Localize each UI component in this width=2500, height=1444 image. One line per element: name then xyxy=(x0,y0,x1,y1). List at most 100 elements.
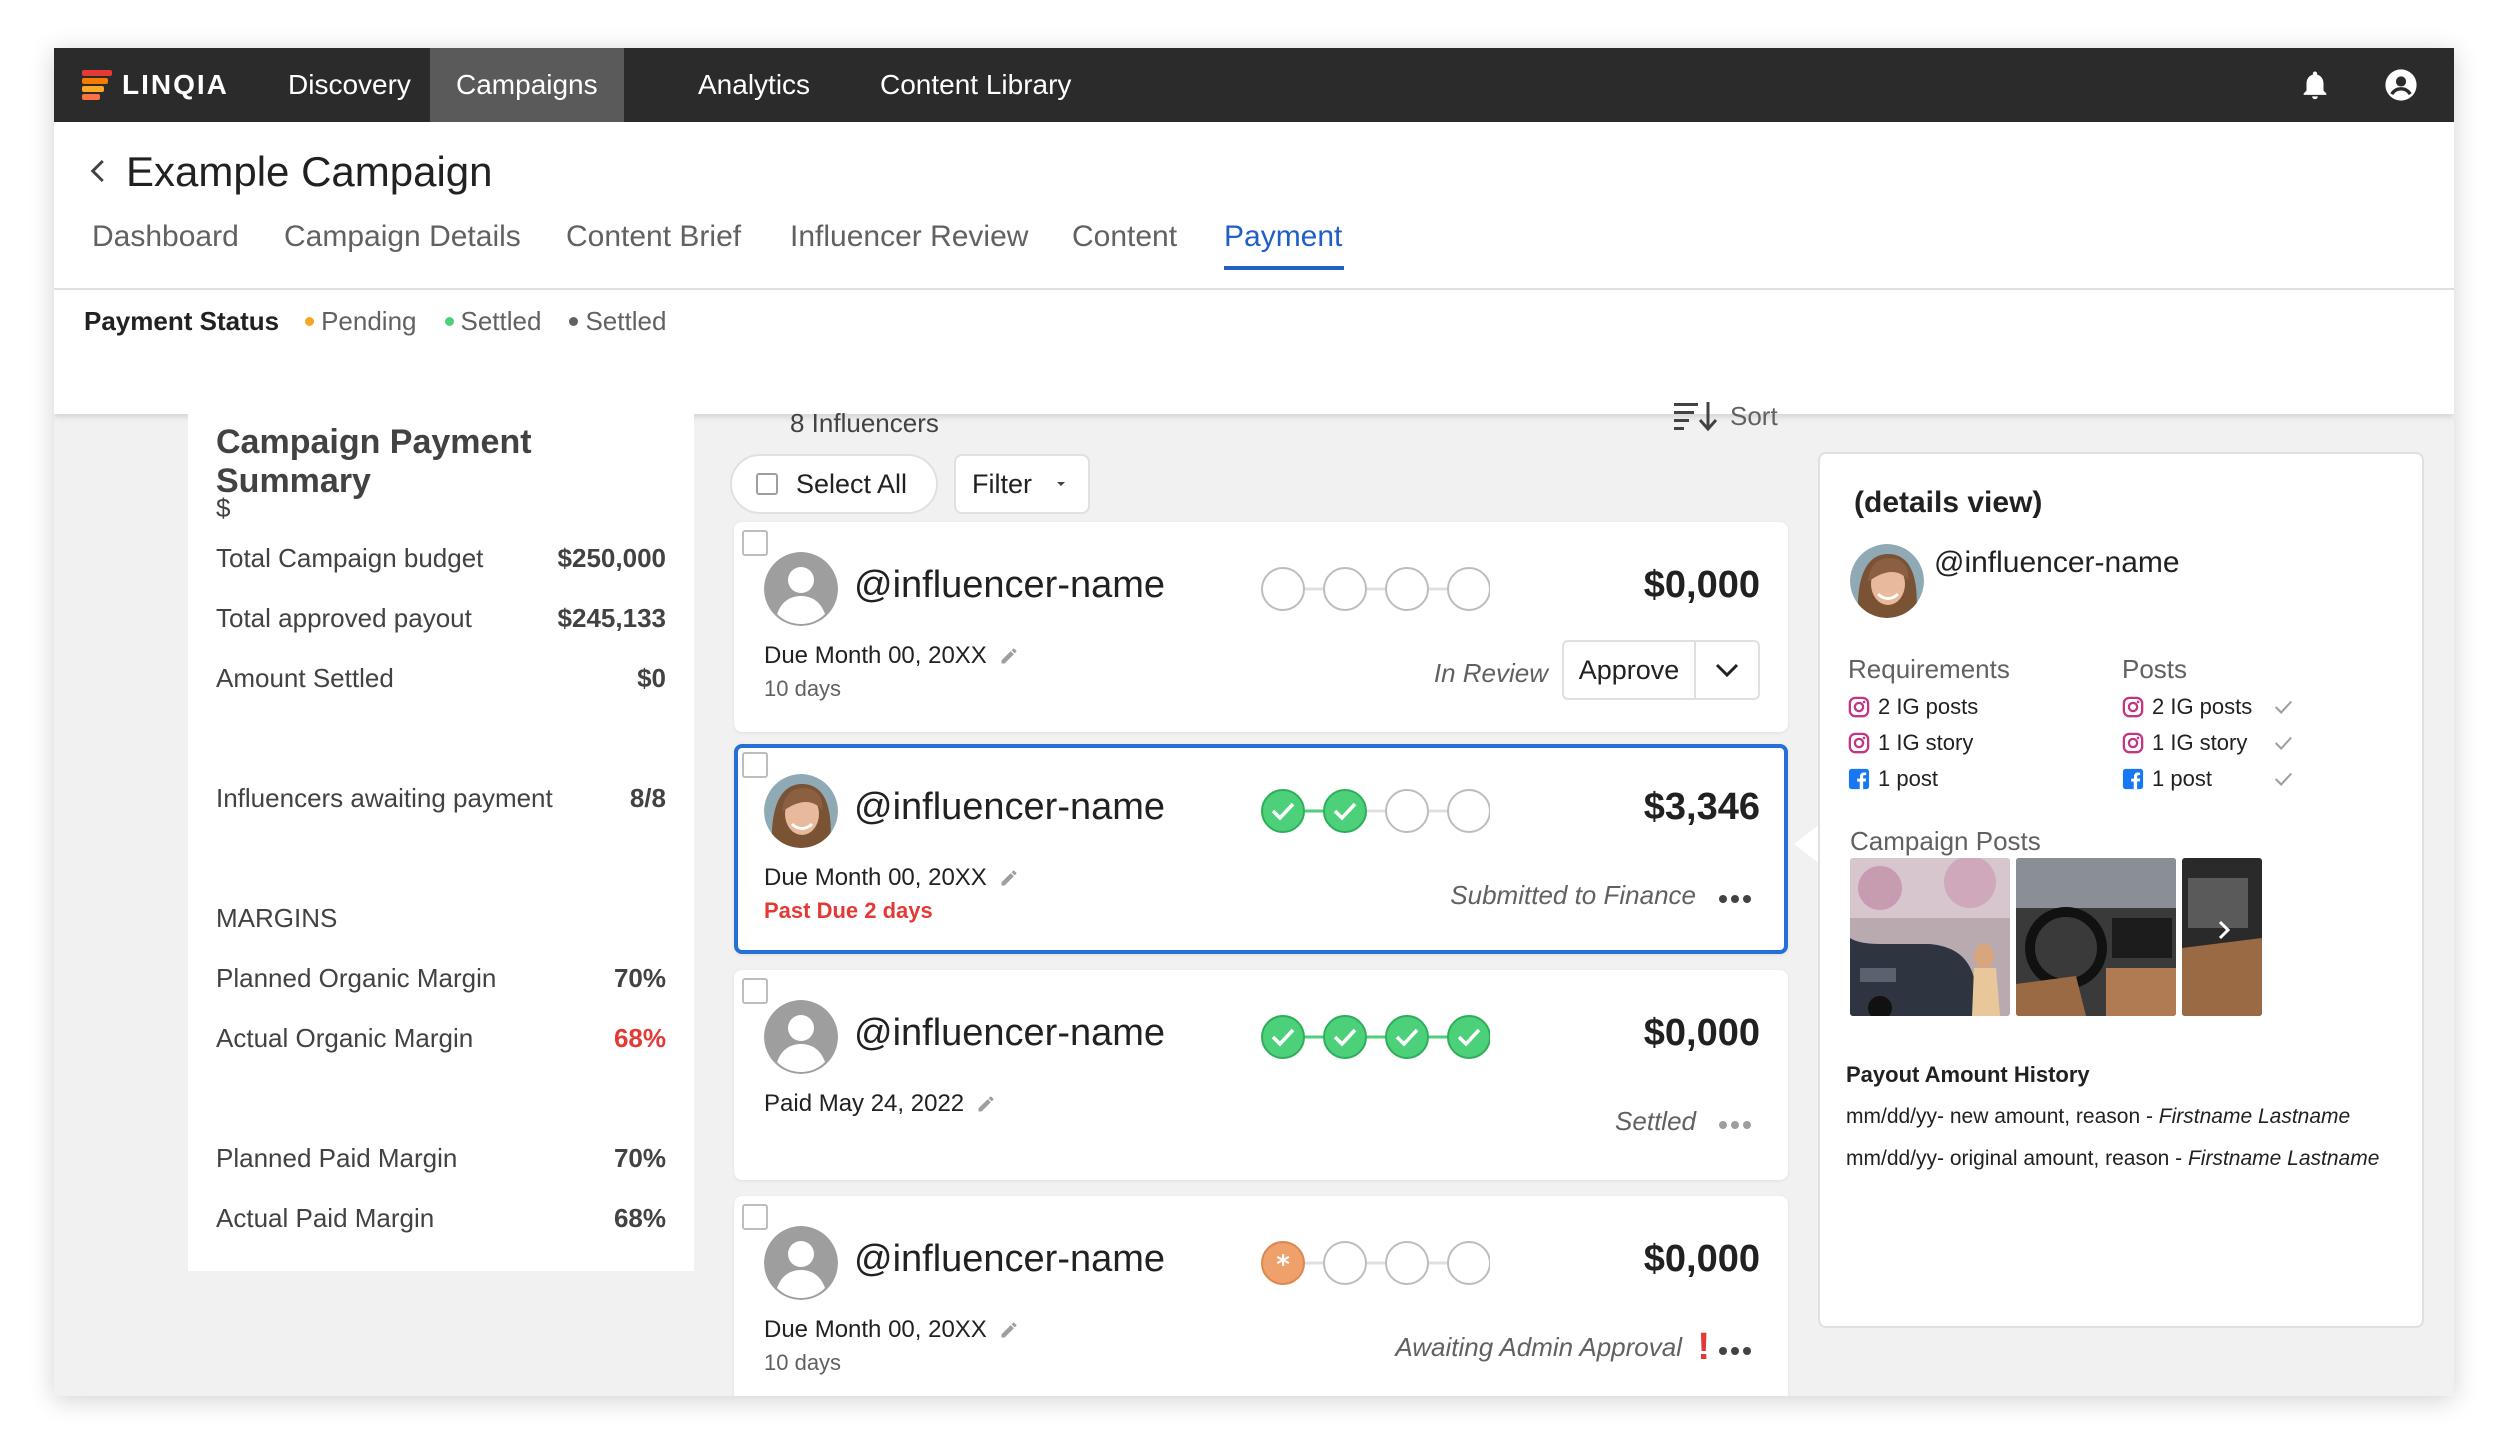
campaign-post-thumbnail[interactable] xyxy=(2182,858,2262,1016)
summary-row: Total approved payout $245,133 xyxy=(216,603,666,633)
details-pointer xyxy=(1794,824,1820,864)
select-all-checkbox[interactable] xyxy=(756,473,778,495)
step-done-icon xyxy=(1385,1015,1429,1059)
progress-steps xyxy=(1261,1015,1490,1059)
payout-amount: $0,000 xyxy=(1643,564,1760,606)
post-item: 1 IG story xyxy=(2122,730,2247,756)
instagram-icon xyxy=(2122,732,2144,754)
post-item: 1 post xyxy=(2122,766,2212,792)
row-checkbox[interactable] xyxy=(742,530,768,556)
step-empty-icon xyxy=(1447,567,1490,611)
requirement-item: 2 IG posts xyxy=(1848,694,1978,720)
details-influencer-name[interactable]: @influencer-name xyxy=(1934,546,2180,580)
edit-pencil-icon[interactable] xyxy=(999,646,1019,666)
row-checkbox[interactable] xyxy=(742,1204,768,1230)
tab-payment[interactable]: Payment xyxy=(1224,220,1342,254)
tab-campaign-details[interactable]: Campaign Details xyxy=(284,220,521,254)
account-circle-icon[interactable] xyxy=(2384,68,2418,102)
paid-date: Paid May 24, 2022 xyxy=(764,1090,996,1118)
progress-steps: * xyxy=(1261,1241,1490,1285)
campaign-post-thumbnail[interactable] xyxy=(1850,858,2010,1016)
step-empty-icon xyxy=(1447,789,1490,833)
instagram-icon xyxy=(1848,732,1870,754)
step-empty-icon xyxy=(1323,567,1367,611)
sort-button[interactable]: Sort xyxy=(1672,400,1778,432)
tab-content[interactable]: Content xyxy=(1072,220,1177,254)
payout-history-heading: Payout Amount History xyxy=(1846,1062,2090,1087)
payout-history-entry: mm/dd/yy- original amount, reason - Firs… xyxy=(1846,1147,2380,1170)
select-all-label: Select All xyxy=(796,468,908,499)
posts-heading: Posts xyxy=(2122,654,2188,684)
nav-discovery[interactable]: Discovery xyxy=(262,48,437,122)
influencer-name[interactable]: @influencer-name xyxy=(854,564,1165,607)
due-date: Due Month 00, 20XX xyxy=(764,642,1019,670)
summary-row: Influencers awaiting payment 8/8 xyxy=(216,783,666,813)
top-navigation: LINQIA Discovery Campaigns Analytics Con… xyxy=(54,48,2454,122)
payment-status-legend: Payment Status Pending Settled Settled xyxy=(84,306,694,337)
campaign-post-thumbnail[interactable] xyxy=(2016,858,2176,1016)
nav-content-library[interactable]: Content Library xyxy=(854,48,1097,122)
influencer-count: 8 Influencers xyxy=(790,408,939,438)
status-settled-green[interactable]: Settled xyxy=(444,306,541,337)
margin-row: Planned Paid Margin 70% xyxy=(216,1143,666,1173)
payment-status-text: In Review xyxy=(1433,658,1548,688)
divider xyxy=(54,288,2454,290)
row-checkbox[interactable] xyxy=(742,978,768,1004)
payment-summary-panel: Campaign Payment Summary $ Total Campaig… xyxy=(188,393,694,1271)
influencer-card[interactable]: @influencer-name $0,000 Paid May 24, 202… xyxy=(734,970,1788,1180)
select-all-button[interactable]: Select All xyxy=(730,454,938,514)
back-chevron-icon[interactable] xyxy=(84,156,114,186)
active-tab-indicator xyxy=(1224,266,1344,270)
filter-dropdown[interactable]: Filter xyxy=(954,454,1090,514)
payment-status-text: Awaiting Admin Approval xyxy=(1395,1332,1682,1362)
influencer-card[interactable]: @influencer-name $3,346 Due Month 00, 20… xyxy=(734,744,1788,954)
details-title: (details view) xyxy=(1854,486,2043,519)
sort-icon xyxy=(1674,402,1718,432)
page-title: Example Campaign xyxy=(126,148,493,195)
tab-influencer-review[interactable]: Influencer Review xyxy=(790,220,1028,254)
status-dot xyxy=(444,317,454,326)
payment-status-text: Settled xyxy=(1615,1106,1696,1136)
campaign-posts-heading: Campaign Posts xyxy=(1850,826,2041,856)
nav-analytics[interactable]: Analytics xyxy=(672,48,836,122)
step-done-icon xyxy=(1447,1015,1490,1059)
notifications-bell-icon[interactable] xyxy=(2298,68,2332,102)
requirement-item: 1 post xyxy=(1848,766,1938,792)
tab-dashboard[interactable]: Dashboard xyxy=(92,220,239,254)
due-date: Due Month 00, 20XX xyxy=(764,1316,1019,1344)
instagram-icon xyxy=(1848,696,1870,718)
approve-menu-button[interactable] xyxy=(1696,642,1758,698)
check-icon xyxy=(2274,772,2292,786)
status-pending[interactable]: Pending xyxy=(305,306,417,337)
edit-pencil-icon[interactable] xyxy=(999,868,1019,888)
more-options-icon[interactable] xyxy=(1718,1120,1752,1130)
influencer-name[interactable]: @influencer-name xyxy=(854,1238,1165,1281)
row-checkbox[interactable] xyxy=(742,752,768,778)
influencer-name[interactable]: @influencer-name xyxy=(854,786,1165,829)
tab-content-brief[interactable]: Content Brief xyxy=(566,220,741,254)
due-date: Due Month 00, 20XX xyxy=(764,864,1019,892)
payment-status-text: Submitted to Finance xyxy=(1450,880,1696,910)
more-options-icon[interactable] xyxy=(1718,1346,1752,1356)
influencer-card[interactable]: @influencer-name * $0,000 Due Month 00, … xyxy=(734,1196,1788,1396)
filter-label: Filter xyxy=(972,468,1032,499)
nav-campaigns[interactable]: Campaigns xyxy=(430,48,624,122)
post-item: 2 IG posts xyxy=(2122,694,2252,720)
influencer-card[interactable]: @influencer-name $0,000 Due Month 00, 20… xyxy=(734,522,1788,732)
requirements-heading: Requirements xyxy=(1848,654,2010,684)
more-options-icon[interactable] xyxy=(1718,894,1752,904)
facebook-icon xyxy=(1848,768,1870,790)
edit-pencil-icon[interactable] xyxy=(976,1094,996,1114)
margin-row: Actual Paid Margin 68% xyxy=(216,1203,666,1233)
approve-button[interactable]: Approve xyxy=(1564,642,1696,698)
app-window: LINQIA Discovery Campaigns Analytics Con… xyxy=(54,48,2454,1396)
brand-logo[interactable]: LINQIA xyxy=(82,69,229,101)
status-settled-gray[interactable]: Settled xyxy=(569,306,666,337)
status-dot xyxy=(569,317,579,326)
influencer-name[interactable]: @influencer-name xyxy=(854,1012,1165,1055)
edit-pencil-icon[interactable] xyxy=(999,1320,1019,1340)
alert-indicator: ! xyxy=(1697,1326,1710,1368)
summary-row: Amount Settled $0 xyxy=(216,663,666,693)
campaign-header: Example Campaign Dashboard Campaign Deta… xyxy=(54,122,2454,414)
facebook-icon xyxy=(2122,768,2144,790)
